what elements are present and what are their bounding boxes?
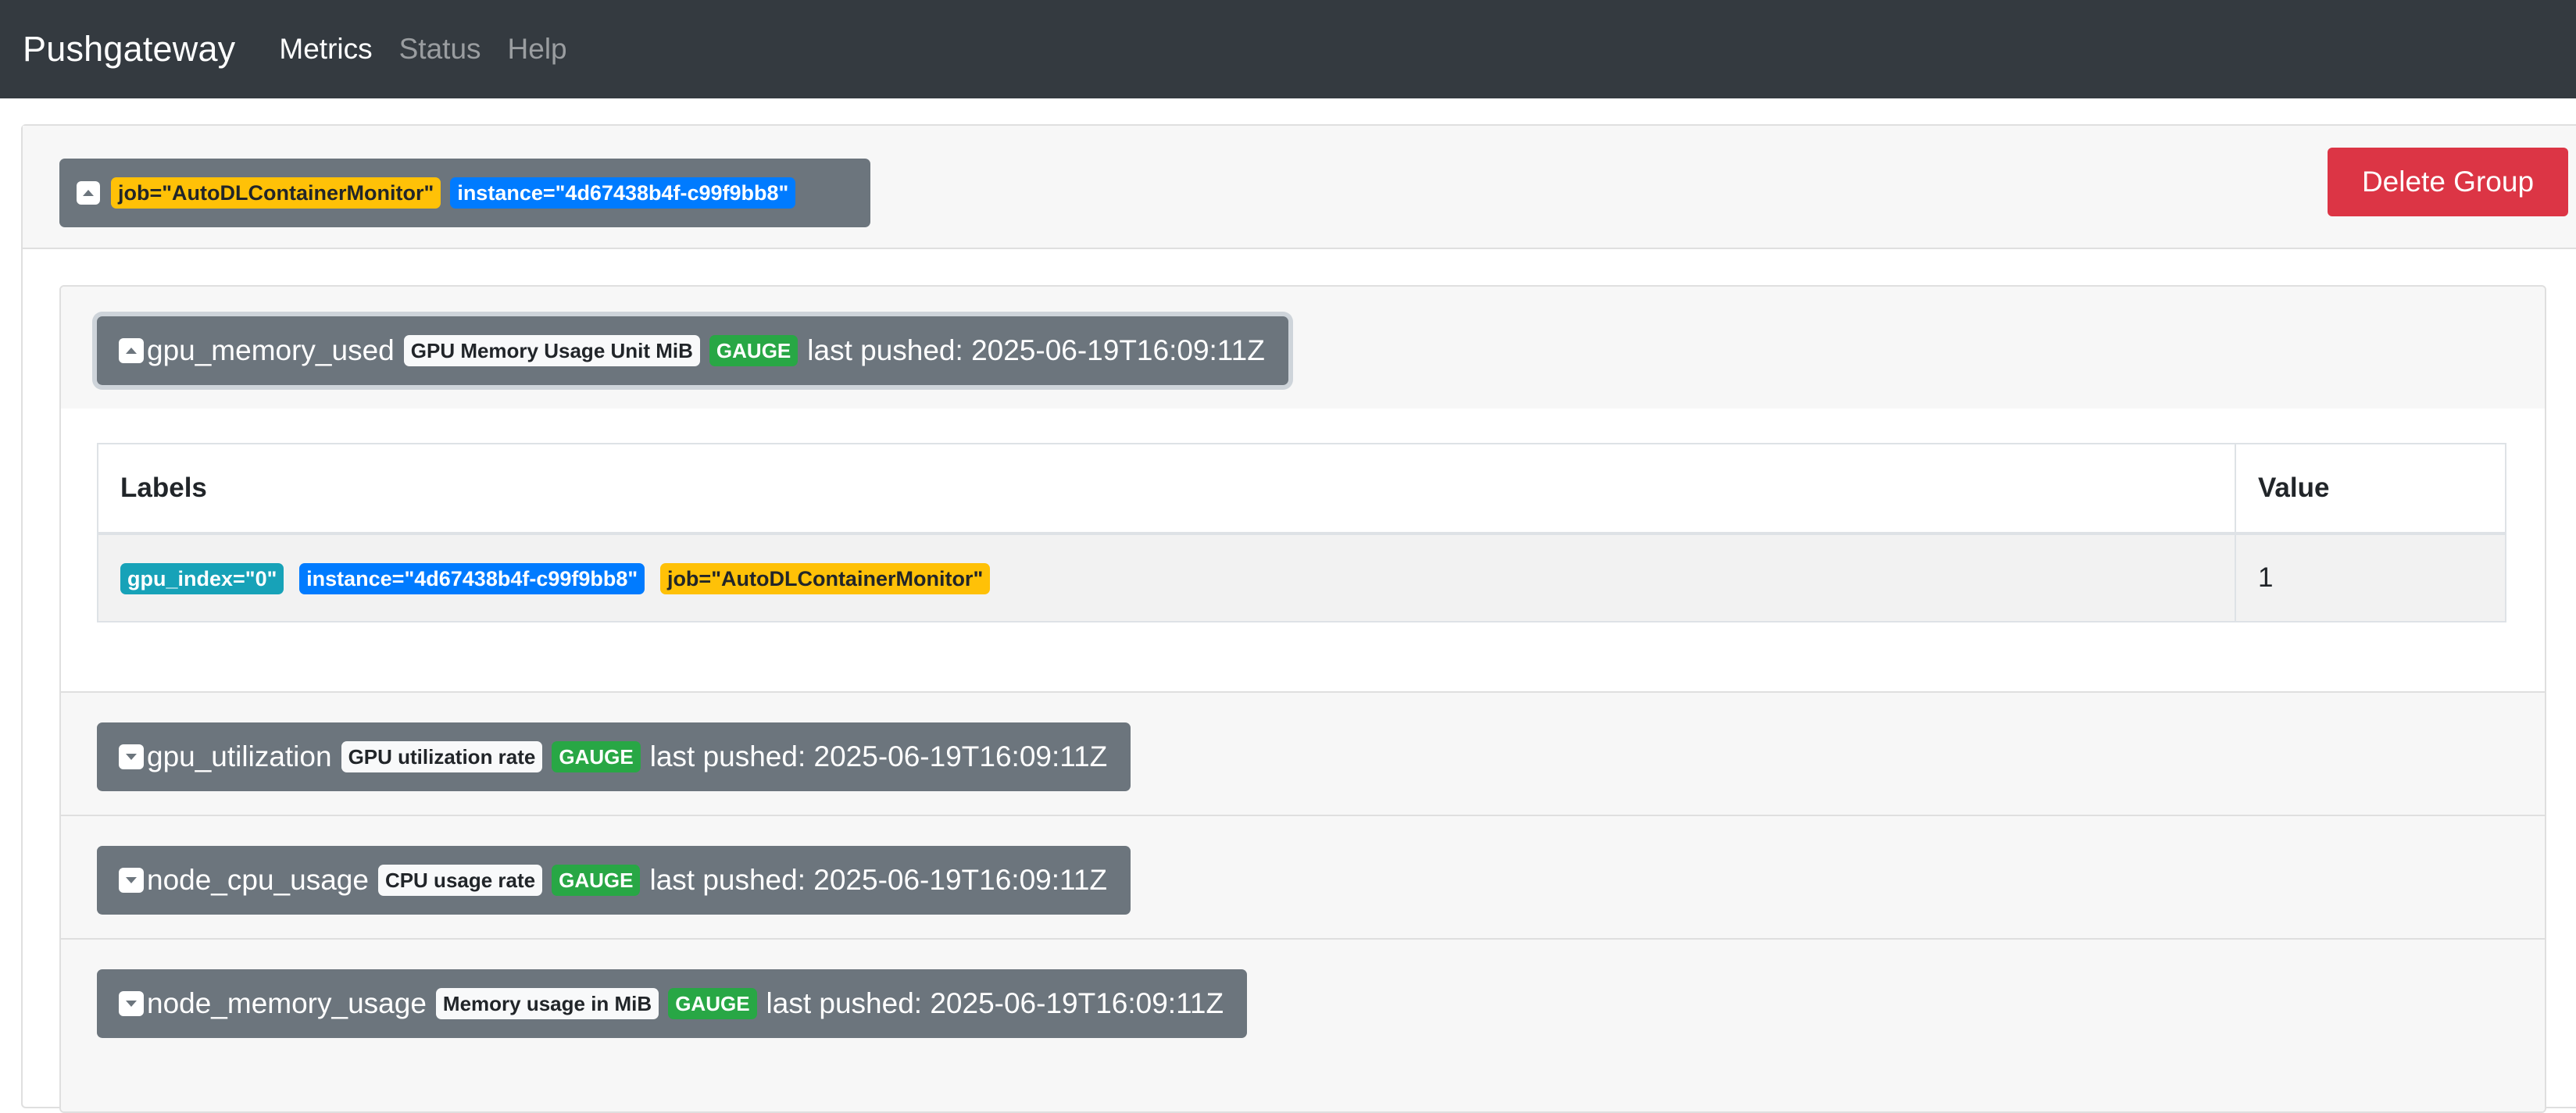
group-toggle-button[interactable]: job="AutoDLContainerMonitor" instance="4… <box>59 159 870 227</box>
group-header: job="AutoDLContainerMonitor" instance="4… <box>23 126 2576 249</box>
label-badge-gpu-index: gpu_index="0" <box>120 563 284 595</box>
group-label-instance: instance="4d67438b4f-c99f9bb8" <box>450 177 796 209</box>
metric-header-node-memory-usage: node_memory_usage Memory usage in MiB GA… <box>61 940 2545 1111</box>
metric-header-gpu-memory-used: gpu_memory_used GPU Memory Usage Unit Mi… <box>61 287 2545 410</box>
metric-last-pushed: last pushed: 2025-06-19T16:09:11Z <box>649 740 1108 772</box>
group-card: job="AutoDLContainerMonitor" instance="4… <box>21 124 2576 1113</box>
table-row: gpu_index="0" instance="4d67438b4f-c99f9… <box>97 533 2506 622</box>
caret-down-square-icon <box>119 868 144 893</box>
table-header-value: Value <box>2235 443 2506 535</box>
metric-toggle-node-cpu-usage[interactable]: node_cpu_usage CPU usage rate GAUGE last… <box>97 846 1131 915</box>
metric-type-badge: GAUGE <box>668 988 757 1019</box>
metric-body-gpu-memory-used: Labels Value gpu_index="0" instance="4d6… <box>61 408 2545 693</box>
metric-type-badge: GAUGE <box>709 335 799 366</box>
label-badge-instance: instance="4d67438b4f-c99f9bb8" <box>299 563 645 595</box>
metric-table: Labels Value gpu_index="0" instance="4d6… <box>97 443 2506 622</box>
metric-type-badge: GAUGE <box>552 865 641 896</box>
nav-link-metrics[interactable]: Metrics <box>279 33 372 66</box>
caret-up-square-icon <box>119 338 144 363</box>
metric-help-badge: GPU utilization rate <box>341 741 543 772</box>
metric-name: node_memory_usage <box>147 987 427 1019</box>
group-label-job: job="AutoDLContainerMonitor" <box>111 177 441 209</box>
metrics-list: gpu_memory_used GPU Memory Usage Unit Mi… <box>59 285 2546 1113</box>
nav-link-help[interactable]: Help <box>508 33 567 66</box>
metric-toggle-gpu-memory-used[interactable]: gpu_memory_used GPU Memory Usage Unit Mi… <box>97 316 1288 385</box>
metric-last-pushed: last pushed: 2025-06-19T16:09:11Z <box>649 864 1108 896</box>
table-cell-labels: gpu_index="0" instance="4d67438b4f-c99f9… <box>97 533 2236 622</box>
caret-up-square-icon <box>77 181 100 205</box>
metric-help-badge: CPU usage rate <box>377 865 543 896</box>
label-badge-job: job="AutoDLContainerMonitor" <box>659 563 991 595</box>
metric-help-badge: GPU Memory Usage Unit MiB <box>403 335 700 366</box>
top-navbar: Pushgateway Metrics Status Help <box>0 0 2576 98</box>
metric-header-gpu-utilization: gpu_utilization GPU utilization rate GAU… <box>61 693 2545 816</box>
metric-help-badge: Memory usage in MiB <box>435 988 659 1019</box>
metric-name: node_cpu_usage <box>147 864 369 896</box>
metric-last-pushed: last pushed: 2025-06-19T16:09:11Z <box>766 987 1224 1019</box>
delete-group-button[interactable]: Delete Group <box>2328 148 2568 216</box>
table-cell-value: 1 <box>2235 533 2506 622</box>
metric-name: gpu_utilization <box>147 740 332 772</box>
metric-type-badge: GAUGE <box>552 741 641 772</box>
caret-down-square-icon <box>119 991 144 1016</box>
caret-down-square-icon <box>119 744 144 769</box>
metric-name: gpu_memory_used <box>147 334 395 366</box>
metric-last-pushed: last pushed: 2025-06-19T16:09:11Z <box>807 334 1265 366</box>
metric-toggle-gpu-utilization[interactable]: gpu_utilization GPU utilization rate GAU… <box>97 722 1131 791</box>
table-header-labels: Labels <box>97 443 2236 535</box>
metric-header-node-cpu-usage: node_cpu_usage CPU usage rate GAUGE last… <box>61 816 2545 940</box>
metric-toggle-node-memory-usage[interactable]: node_memory_usage Memory usage in MiB GA… <box>97 969 1248 1038</box>
nav-link-status[interactable]: Status <box>399 33 481 66</box>
brand-title[interactable]: Pushgateway <box>23 29 235 70</box>
